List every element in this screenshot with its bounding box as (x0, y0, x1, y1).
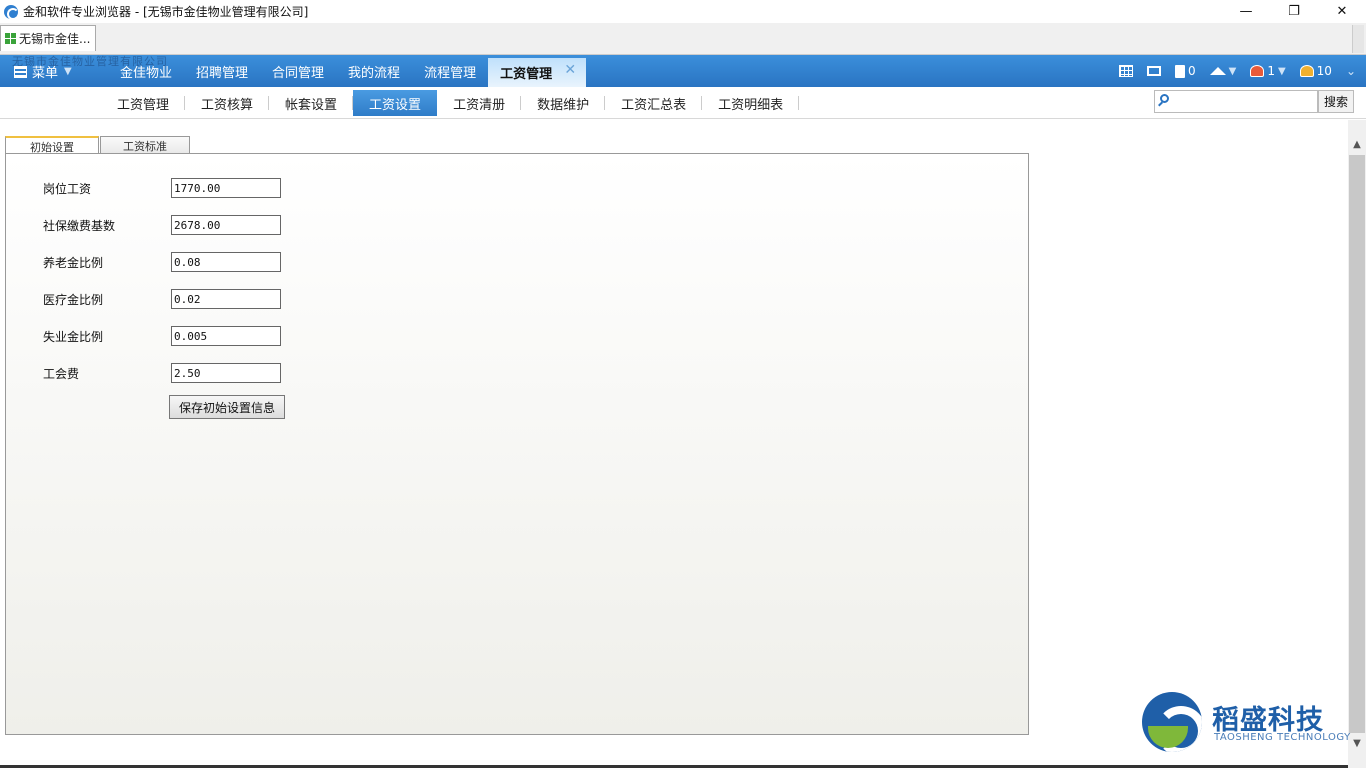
medical-rate-input[interactable] (171, 289, 281, 309)
chevron-down-icon: ▼ (1277, 65, 1286, 77)
browser-tab-strip: 无锡市金佳... (0, 23, 1366, 55)
table-view-button[interactable] (1118, 65, 1133, 77)
logo-english-text: TAOSHENG TECHNOLOGY (1214, 732, 1351, 743)
form-row-pension-rate: 养老金比例 (43, 252, 281, 272)
form-row-social-base: 社保缴费基数 (43, 215, 281, 235)
union-fee-label: 工会费 (43, 366, 80, 381)
home-button[interactable]: ▼ (1209, 65, 1237, 77)
tab-salary-standard[interactable]: 工资标准 (100, 136, 190, 154)
nav-toolbar: 0 ▼ 1 ▼ 10 ⌄ (1118, 55, 1356, 87)
union-fee-input[interactable] (171, 363, 281, 383)
taosheng-logo: 稻盛科技 TAOSHENG TECHNOLOGY (1142, 692, 1352, 754)
sub-nav-items: 工资管理 工资核算 帐套设置 工资设置 工资清册 数据维护 工资汇总表 工资明细… (101, 90, 800, 116)
post-salary-label: 岗位工资 (43, 181, 92, 196)
nav-item-recruitment[interactable]: 招聘管理 (184, 55, 260, 87)
browser-tab-label: 无锡市金佳... (19, 32, 91, 46)
browser-tab[interactable]: 无锡市金佳... (0, 25, 96, 51)
social-base-input[interactable] (171, 215, 281, 235)
tab-strip-scrollbar[interactable] (1352, 25, 1364, 53)
nav-item-my-process[interactable]: 我的流程 (336, 55, 412, 87)
sub-tab-salary-calculation[interactable]: 工资核算 (185, 90, 270, 116)
chevron-down-icon: ▼ (64, 66, 72, 77)
online-users-button[interactable]: 10 (1299, 64, 1332, 78)
search-box (1154, 90, 1318, 113)
documents-count: 0 (1187, 64, 1196, 78)
nav-items: 金佳物业 招聘管理 合同管理 我的流程 流程管理 工资管理 ✕ (108, 55, 587, 87)
minimize-button[interactable]: — (1222, 0, 1270, 23)
sub-tab-account-settings[interactable]: 帐套设置 (269, 90, 354, 116)
desktop-button[interactable] (1146, 66, 1161, 76)
form-row-unemployment-rate: 失业金比例 (43, 326, 281, 346)
sub-nav: 工资管理 工资核算 帐套设置 工资设置 工资清册 数据维护 工资汇总表 工资明细… (0, 87, 1366, 119)
chevron-down-icon: ▼ (1228, 65, 1237, 77)
taosheng-logo-icon (1142, 692, 1202, 752)
form-row-medical-rate: 医疗金比例 (43, 289, 281, 309)
nav-item-jinjia[interactable]: 金佳物业 (108, 55, 184, 87)
menu-icon (14, 65, 27, 78)
sub-tab-salary-summary[interactable]: 工资汇总表 (605, 90, 703, 116)
pension-rate-input[interactable] (171, 252, 281, 272)
sub-tab-data-maintenance[interactable]: 数据维护 (521, 90, 606, 116)
settings-panel: 岗位工资 社保缴费基数 养老金比例 医疗金比例 失业金比例 工会费 保存初始设置… (5, 153, 1029, 735)
documents-button[interactable]: 0 (1174, 64, 1196, 78)
browser-logo-icon (4, 4, 19, 20)
save-initial-settings-button[interactable]: 保存初始设置信息 (169, 395, 285, 419)
vertical-scrollbar[interactable]: ▲ ▼ (1348, 120, 1366, 768)
maximize-button[interactable]: ❐ (1270, 0, 1318, 23)
active-nav-label: 工资管理 (500, 67, 553, 82)
monitor-icon (1146, 66, 1161, 76)
window-title: 金和软件专业浏览器 - [无锡市金佳物业管理有限公司] (23, 5, 309, 19)
scrollbar-thumb[interactable] (1349, 155, 1365, 733)
home-icon (1209, 67, 1226, 75)
sub-tab-salary-settings[interactable]: 工资设置 (353, 90, 438, 116)
form-row-post-salary: 岗位工资 (43, 178, 281, 198)
online-users-count: 10 (1316, 64, 1332, 78)
user-icon (1250, 65, 1265, 77)
menu-button[interactable]: 菜单 ▼ (14, 62, 72, 81)
sub-tab-salary-detail[interactable]: 工资明细表 (702, 90, 800, 116)
inner-tabs: 初始设置 工资标准 (5, 136, 191, 155)
post-salary-input[interactable] (171, 178, 281, 198)
nav-item-process-management[interactable]: 流程管理 (412, 55, 488, 87)
menu-label: 菜单 (32, 66, 59, 81)
search-icon (1160, 94, 1169, 103)
close-icon[interactable]: ✕ (564, 62, 576, 78)
app-main-nav: 无锡市金佳物业管理有限公司 菜单 ▼ 金佳物业 招聘管理 合同管理 我的流程 流… (0, 55, 1366, 87)
form-row-union-fee: 工会费 (43, 363, 281, 383)
content-area: 初始设置 工资标准 岗位工资 社保缴费基数 养老金比例 医疗金比例 失业金比例 … (0, 120, 1348, 768)
medical-rate-label: 医疗金比例 (43, 292, 104, 307)
sub-tab-payroll-register[interactable]: 工资清册 (437, 90, 522, 116)
grid-icon (5, 33, 16, 44)
user-button[interactable]: 1 ▼ (1250, 64, 1286, 78)
window-controls: — ❐ ✕ (1222, 0, 1366, 23)
people-icon (1299, 65, 1314, 77)
close-window-button[interactable]: ✕ (1318, 0, 1366, 23)
chevron-down-icon[interactable]: ⌄ (1346, 64, 1356, 78)
window-titlebar: 金和软件专业浏览器 - [无锡市金佳物业管理有限公司] — ❐ ✕ (0, 0, 1366, 23)
pension-rate-label: 养老金比例 (43, 255, 104, 270)
scroll-up-icon[interactable]: ▲ (1348, 136, 1366, 153)
unemployment-rate-input[interactable] (171, 326, 281, 346)
document-icon (1174, 64, 1185, 78)
sub-tab-salary-management[interactable]: 工资管理 (101, 90, 186, 116)
nav-item-salary-management[interactable]: 工资管理 ✕ (488, 58, 587, 87)
user-count: 1 (1267, 64, 1275, 78)
search-button[interactable]: 搜索 (1318, 90, 1354, 113)
social-base-label: 社保缴费基数 (43, 218, 116, 233)
table-icon (1118, 65, 1133, 77)
nav-item-contract[interactable]: 合同管理 (260, 55, 336, 87)
search-input[interactable] (1175, 93, 1313, 110)
unemployment-rate-label: 失业金比例 (43, 329, 104, 344)
